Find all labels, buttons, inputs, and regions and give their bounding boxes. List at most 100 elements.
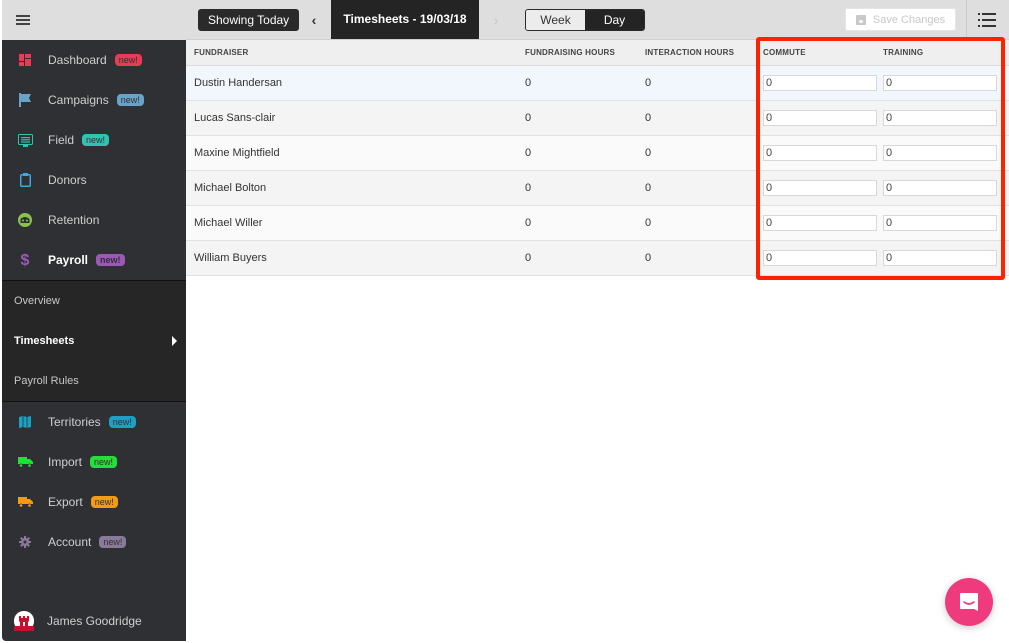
chat-launcher-button[interactable]: [945, 578, 993, 626]
column-header-fundraiser[interactable]: FUNDRAISER: [186, 40, 523, 66]
new-badge: new!: [82, 134, 110, 146]
column-header-training[interactable]: TRAINING: [883, 40, 1009, 66]
fundraising-hours-cell: 0: [523, 65, 643, 101]
commute-input[interactable]: [763, 74, 877, 91]
hamburger-icon[interactable]: [16, 15, 30, 25]
commute-cell: [763, 65, 883, 101]
sidebar-item-territories[interactable]: Territories new!: [2, 402, 186, 442]
fundraising-hours-cell: 0: [523, 100, 643, 136]
training-input[interactable]: [883, 249, 997, 266]
training-input[interactable]: [883, 109, 997, 126]
view-toggle: Week Day: [525, 9, 645, 31]
user-profile[interactable]: James Goodridge: [2, 601, 186, 641]
list-icon[interactable]: [978, 13, 996, 27]
commute-input[interactable]: [763, 144, 877, 161]
flag-icon: [16, 91, 34, 109]
gear-icon: [16, 533, 34, 551]
submenu-item-timesheets[interactable]: Timesheets: [2, 321, 186, 361]
sidebar-item-label: Retention: [48, 213, 100, 227]
new-badge: new!: [108, 416, 136, 428]
commute-input[interactable]: [763, 214, 877, 231]
interaction-hours-cell: 0: [643, 135, 763, 171]
commute-cell: [763, 170, 883, 206]
avatar: [14, 611, 34, 631]
sidebar-item-label: Import: [48, 455, 83, 469]
table-header-row: FUNDRAISER FUNDRAISING HOURS INTERACTION…: [186, 40, 1009, 66]
commute-cell: [763, 205, 883, 241]
castle-icon: [14, 611, 34, 631]
sidebar-item-account[interactable]: Account new!: [2, 522, 186, 562]
training-cell: [883, 240, 1009, 276]
training-input[interactable]: [883, 74, 997, 91]
column-header-commute[interactable]: COMMUTE: [763, 40, 883, 66]
commute-input[interactable]: [763, 249, 877, 266]
new-badge: new!: [90, 456, 118, 468]
training-input[interactable]: [883, 144, 997, 161]
new-badge: new!: [90, 496, 118, 508]
sidebar-item-import[interactable]: Import new!: [2, 442, 186, 482]
sidebar-item-label: Territories: [48, 415, 101, 429]
sidebar-item-retention[interactable]: Retention: [2, 200, 186, 240]
sidebar: Dashboard new! Campaigns new! Field new! Donor…: [2, 0, 186, 641]
page-title: Timesheets - 19/03/18: [331, 0, 479, 39]
week-toggle[interactable]: Week: [526, 10, 585, 30]
new-badge: new!: [116, 94, 144, 106]
column-header-interaction-hours[interactable]: INTERACTION HOURS: [643, 40, 763, 66]
payroll-submenu: Overview Timesheets Payroll Rules: [2, 280, 186, 402]
showing-today-button[interactable]: Showing Today: [198, 9, 300, 31]
interaction-hours-cell: 0: [643, 65, 763, 101]
submenu-label: Overview: [14, 295, 60, 307]
new-badge: new!: [96, 254, 125, 266]
commute-cell: [763, 100, 883, 136]
training-cell: [883, 135, 1009, 171]
chat-icon: [960, 593, 978, 611]
commute-cell: [763, 240, 883, 276]
fundraiser-name: Michael Bolton: [186, 170, 523, 206]
previous-date-button[interactable]: ‹: [306, 9, 322, 31]
truck-icon: [16, 493, 34, 511]
sidebar-item-payroll[interactable]: $ Payroll new!: [2, 240, 186, 280]
fundraising-hours-cell: 0: [523, 135, 643, 171]
sidebar-item-export[interactable]: Export new!: [2, 482, 186, 522]
save-changes-button[interactable]: Save Changes: [845, 8, 956, 31]
main-content: Showing Today ‹ Timesheets - 19/03/18 › …: [186, 0, 1009, 643]
training-cell: [883, 100, 1009, 136]
table-row[interactable]: Dustin Handersan 0 0: [186, 65, 1009, 101]
sidebar-item-label: Campaigns: [48, 93, 109, 107]
fundraiser-name: William Buyers: [186, 240, 523, 276]
interaction-hours-cell: 0: [643, 240, 763, 276]
next-date-button[interactable]: ›: [488, 9, 504, 31]
interaction-hours-cell: 0: [643, 170, 763, 206]
commute-input[interactable]: [763, 109, 877, 126]
sidebar-item-label: Account: [48, 535, 92, 549]
table-row[interactable]: William Buyers 0 0: [186, 240, 1009, 276]
training-input[interactable]: [883, 214, 997, 231]
interaction-hours-cell: 0: [643, 205, 763, 241]
table-row[interactable]: Maxine Mightfield 0 0: [186, 135, 1009, 171]
fundraiser-name: Lucas Sans-clair: [186, 100, 523, 136]
table-row[interactable]: Lucas Sans-clair 0 0: [186, 100, 1009, 136]
day-toggle[interactable]: Day: [585, 10, 644, 30]
sidebar-item-label: Field: [48, 133, 75, 147]
table-row[interactable]: Michael Willer 0 0: [186, 205, 1009, 241]
training-cell: [883, 65, 1009, 101]
submenu-item-payroll-rules[interactable]: Payroll Rules: [2, 361, 186, 401]
submenu-label: Timesheets: [14, 335, 75, 347]
sidebar-item-donors[interactable]: Donors: [2, 160, 186, 200]
table-row[interactable]: Michael Bolton 0 0: [186, 170, 1009, 206]
sidebar-item-label: Donors: [48, 173, 87, 187]
field-icon: [16, 131, 34, 149]
save-label: Save Changes: [872, 13, 946, 26]
commute-input[interactable]: [763, 179, 877, 196]
sidebar-item-label: Payroll: [48, 253, 89, 267]
sidebar-item-dashboard[interactable]: Dashboard new!: [2, 40, 186, 80]
fundraiser-name: Dustin Handersan: [186, 65, 523, 101]
toolbar-divider: [966, 0, 967, 40]
submenu-item-overview[interactable]: Overview: [2, 281, 186, 321]
sidebar-item-field[interactable]: Field new!: [2, 120, 186, 160]
sidebar-item-campaigns[interactable]: Campaigns new!: [2, 80, 186, 120]
save-icon: [855, 14, 866, 25]
fundraising-hours-cell: 0: [523, 205, 643, 241]
training-input[interactable]: [883, 179, 997, 196]
column-header-fundraising-hours[interactable]: FUNDRAISING HOURS: [523, 40, 643, 66]
